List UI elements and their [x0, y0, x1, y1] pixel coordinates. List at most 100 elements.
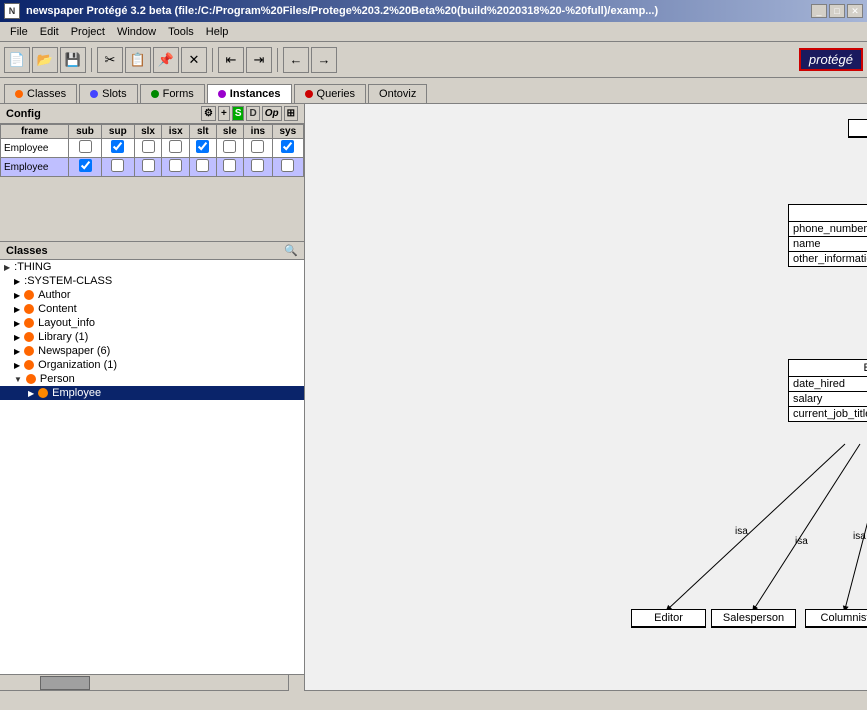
protege-logo: protégé: [799, 48, 863, 71]
class-item-author[interactable]: ▶ Author: [0, 288, 304, 302]
menu-window[interactable]: Window: [111, 24, 162, 40]
config-add-icon[interactable]: +: [218, 106, 230, 121]
person-header: Person: [789, 205, 867, 222]
class-item-employee[interactable]: ▶ Employee: [0, 386, 304, 400]
config-row-2-name: Employee: [1, 158, 69, 177]
class-item-system-class[interactable]: ▶ :SYSTEM-CLASS: [0, 274, 304, 288]
employee-row-1: date_hired String: [789, 377, 867, 392]
class-item-content[interactable]: ▶ Content: [0, 302, 304, 316]
expand-person-icon[interactable]: ▼: [14, 375, 22, 384]
config-r2-sup[interactable]: [111, 159, 124, 172]
config-r1-sub[interactable]: [79, 140, 92, 153]
left-hscroll-thumb[interactable]: [40, 676, 90, 690]
main-content: Config ⚙ + S D Op ⊞ frame sub sup slx: [0, 104, 867, 690]
expand-author-icon[interactable]: ▶: [14, 291, 20, 300]
status-bar: [0, 690, 867, 710]
diagram-area[interactable]: isa isa isa isa isa isa isa: [305, 104, 867, 690]
menu-edit[interactable]: Edit: [34, 24, 65, 40]
person-row-3: other_information String: [789, 252, 867, 266]
new-button[interactable]: 📄: [4, 47, 30, 73]
config-settings-icon[interactable]: ⚙: [201, 106, 216, 121]
indent-button[interactable]: ⇤: [218, 47, 244, 73]
open-button[interactable]: 📂: [32, 47, 58, 73]
window-controls[interactable]: _ □ ✕: [811, 4, 863, 18]
config-grid-icon[interactable]: ⊞: [284, 106, 298, 121]
save-button[interactable]: 💾: [60, 47, 86, 73]
config-r2-ins[interactable]: [251, 159, 264, 172]
expand-organization-icon[interactable]: ▶: [14, 361, 20, 370]
tab-instances-label: Instances: [230, 88, 281, 100]
config-r1-slt[interactable]: [196, 140, 209, 153]
config-r1-slx[interactable]: [142, 140, 155, 153]
col-slx: slx: [134, 125, 162, 139]
config-r2-slx[interactable]: [142, 159, 155, 172]
config-section-header: Config ⚙ + S D Op ⊞: [0, 104, 304, 124]
config-color-d[interactable]: D: [246, 106, 259, 121]
expand-employee-icon[interactable]: ▶: [28, 389, 34, 398]
config-r2-sle[interactable]: [223, 159, 236, 172]
back-button[interactable]: ←: [283, 47, 309, 73]
config-r2-sys[interactable]: [281, 159, 294, 172]
menu-file[interactable]: File: [4, 24, 34, 40]
menu-project[interactable]: Project: [65, 24, 111, 40]
class-item-thing[interactable]: ▶ :THING: [0, 260, 304, 274]
left-hscroll-track[interactable]: [0, 675, 288, 690]
tab-slots[interactable]: Slots: [79, 84, 137, 103]
left-panel: Config ⚙ + S D Op ⊞ frame sub sup slx: [0, 104, 305, 690]
config-r1-sup[interactable]: [111, 140, 124, 153]
expand-newspaper-icon[interactable]: ▶: [14, 347, 20, 356]
expand-layoutinfo-icon[interactable]: ▶: [14, 319, 20, 328]
class-organization-label: Organization (1): [38, 359, 117, 371]
uml-columnist: Columnist: [805, 609, 867, 628]
cut-button[interactable]: ✂: [97, 47, 123, 73]
tab-ontoviz[interactable]: Ontoviz: [368, 84, 427, 103]
left-scroll-corner: [288, 675, 304, 691]
class-item-organization[interactable]: ▶ Organization (1): [0, 358, 304, 372]
left-panel-scrollbar: [0, 674, 304, 690]
minimize-button[interactable]: _: [811, 4, 827, 18]
isa-label-salesperson: isa: [795, 536, 808, 547]
tab-classes[interactable]: Classes: [4, 84, 77, 103]
config-color-s[interactable]: S: [232, 106, 245, 121]
tab-forms[interactable]: Forms: [140, 84, 205, 103]
forward-button[interactable]: →: [311, 47, 337, 73]
copy-button[interactable]: 📋: [125, 47, 151, 73]
class-item-person[interactable]: ▼ Person: [0, 372, 304, 386]
maximize-button[interactable]: □: [829, 4, 845, 18]
expand-library-icon[interactable]: ▶: [14, 333, 20, 342]
config-r1-sle[interactable]: [223, 140, 236, 153]
expand-content-icon[interactable]: ▶: [14, 305, 20, 314]
paste-button[interactable]: 📌: [153, 47, 179, 73]
col-ins: ins: [244, 125, 272, 139]
employee-row-3: current_job_title String: [789, 407, 867, 421]
classes-search-icon[interactable]: 🔍: [284, 244, 298, 257]
expand-thing-icon[interactable]: ▶: [4, 263, 10, 272]
config-op-icon[interactable]: Op: [262, 106, 282, 121]
config-r2-sub[interactable]: [79, 159, 92, 172]
uml-editor: Editor: [631, 609, 706, 628]
thing-header: :THING: [849, 120, 867, 137]
class-library-label: Library (1): [38, 331, 88, 343]
uml-employee: Employee date_hired String salary Float …: [788, 359, 867, 422]
tab-queries[interactable]: Queries: [294, 84, 367, 103]
delete-button[interactable]: ✕: [181, 47, 207, 73]
classes-tab-icon: [15, 90, 23, 98]
logo: protégé: [799, 48, 863, 71]
class-item-layout-info[interactable]: ▶ Layout_info: [0, 316, 304, 330]
expand-system-icon[interactable]: ▶: [14, 277, 20, 286]
config-r1-ins[interactable]: [251, 140, 264, 153]
class-item-library[interactable]: ▶ Library (1): [0, 330, 304, 344]
salesperson-header: Salesperson: [712, 610, 795, 627]
columnist-header: Columnist: [806, 610, 867, 627]
outdent-button[interactable]: ⇥: [246, 47, 272, 73]
menu-help[interactable]: Help: [200, 24, 235, 40]
menu-tools[interactable]: Tools: [162, 24, 200, 40]
config-r2-isx[interactable]: [169, 159, 182, 172]
config-r1-sys[interactable]: [281, 140, 294, 153]
uml-person: Person phone_number String name String o…: [788, 204, 867, 267]
class-item-newspaper[interactable]: ▶ Newspaper (6): [0, 344, 304, 358]
config-r1-isx[interactable]: [169, 140, 182, 153]
tab-instances[interactable]: Instances: [207, 84, 292, 103]
close-button[interactable]: ✕: [847, 4, 863, 18]
config-r2-slt[interactable]: [196, 159, 209, 172]
